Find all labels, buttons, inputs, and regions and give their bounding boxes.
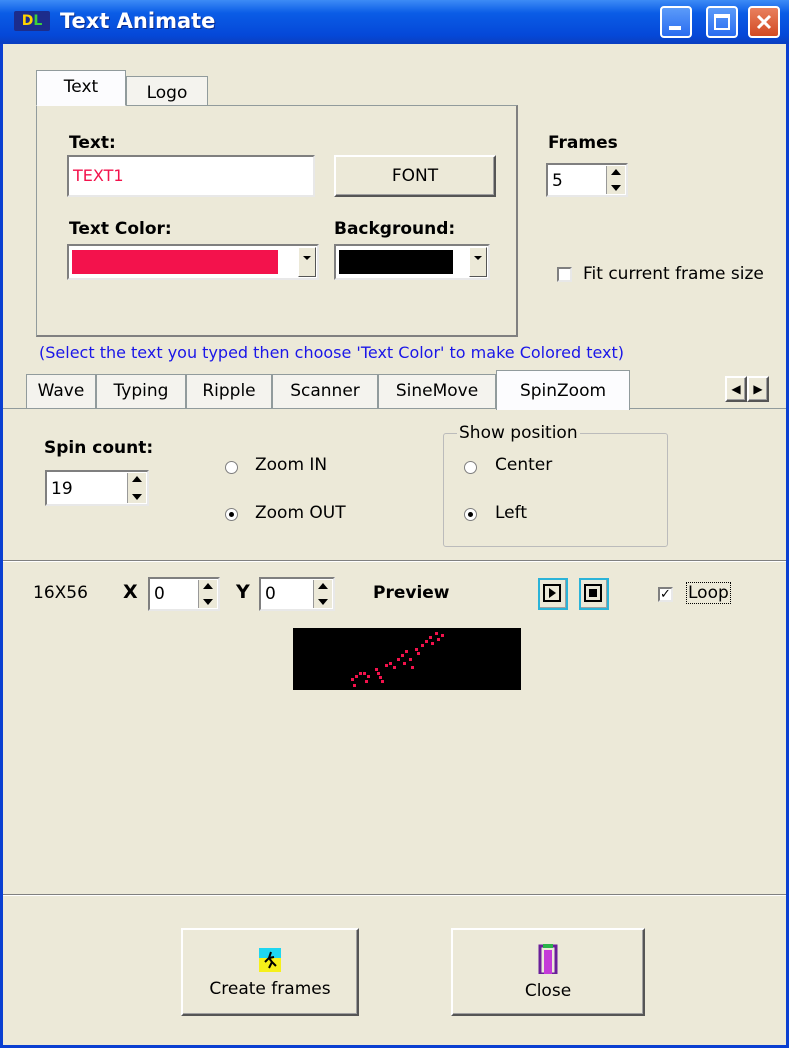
zoom-in-radio[interactable] [225,461,238,474]
show-position-label: Show position [457,423,580,443]
text-label: Text: [69,133,116,153]
window-title: Text Animate [60,9,216,33]
text-color-dropdown[interactable] [67,244,319,280]
spinner-arrows-icon[interactable] [606,166,625,194]
tab-ripple[interactable]: Ripple [186,374,272,408]
background-color-swatch [339,250,453,274]
fit-frame-label: Fit current frame size [583,264,764,284]
chevron-down-icon[interactable] [469,247,487,277]
tab-scroll-right-button[interactable]: ▶ [747,376,769,402]
spin-count-value: 19 [51,479,73,499]
minimize-icon [669,26,681,30]
font-button[interactable]: FONT [334,155,496,197]
text-input-value: TEXT1 [73,166,124,185]
spinner-arrows-icon[interactable] [313,580,332,608]
x-offset-value: 0 [154,584,165,604]
y-offset-spinner[interactable]: 0 [259,577,335,611]
background-label: Background: [334,219,456,239]
arrow-right-icon: ▶ [753,382,763,396]
center-label: Center [495,455,553,475]
left-radio[interactable] [464,508,477,521]
arrow-left-icon: ◀ [731,382,741,396]
text-animate-window: DL Text Animate Text Logo Text: TEXT1 FO… [0,0,789,1048]
maximize-button[interactable] [706,6,738,38]
title-bar[interactable]: DL Text Animate [0,0,789,44]
y-label: Y [236,581,250,603]
tab-scroll-left-button[interactable]: ◀ [725,376,747,402]
divider [3,560,786,562]
app-logo-icon: DL [14,11,50,31]
tab-spinzoom[interactable]: SpinZoom [496,370,630,410]
close-window-button[interactable] [748,6,780,38]
spinner-arrows-icon[interactable] [198,580,217,608]
zoom-out-radio[interactable] [225,508,238,521]
show-position-group [443,433,668,547]
frames-label: Frames [548,133,618,153]
divider [3,894,786,896]
tab-wave[interactable]: Wave [26,374,96,408]
checkmark-icon: ✓ [660,587,671,602]
stop-icon [584,584,602,602]
tab-sinemove[interactable]: SineMove [378,374,496,408]
center-radio[interactable] [464,461,477,474]
create-frames-label: Create frames [209,979,331,999]
play-icon [543,584,561,602]
preview-label: Preview [373,583,450,603]
x-offset-spinner[interactable]: 0 [148,577,220,611]
door-icon [538,944,558,974]
x-label: X [123,581,138,603]
close-icon [756,14,772,30]
preview-pixels [351,632,444,687]
close-button[interactable]: Close [451,928,645,1016]
text-input[interactable]: TEXT1 [67,155,315,197]
loop-checkbox[interactable]: ✓ [658,587,673,602]
spin-count-label: Spin count: [44,438,154,458]
tab-logo[interactable]: Logo [126,76,208,106]
spinner-arrows-icon[interactable] [127,473,146,503]
frame-size-label: 16X56 [33,583,88,603]
zoom-in-label: Zoom IN [255,455,328,475]
background-color-dropdown[interactable] [334,244,490,280]
frames-spinner[interactable]: 5 [546,163,628,197]
hint-text: (Select the text you typed then choose '… [39,343,625,362]
tab-typing[interactable]: Typing [96,374,186,408]
maximize-icon [714,14,730,30]
zoom-out-label: Zoom OUT [255,503,346,523]
preview-display [293,628,521,690]
text-color-label: Text Color: [69,219,172,239]
y-offset-value: 0 [265,584,276,604]
play-button[interactable] [538,578,568,610]
fit-frame-checkbox[interactable] [557,267,572,282]
stop-button[interactable] [579,578,609,610]
tab-text[interactable]: Text [36,70,126,106]
tab-panel-border [3,408,786,409]
close-label: Close [524,981,572,1001]
running-man-icon [259,948,281,972]
spin-count-spinner[interactable]: 19 [45,470,149,506]
frames-value: 5 [552,171,563,191]
text-color-swatch [72,250,278,274]
minimize-button[interactable] [660,6,692,38]
left-label: Left [495,503,527,523]
loop-label: Loop [686,582,731,604]
create-frames-button[interactable]: Create frames [181,928,359,1016]
tab-scanner[interactable]: Scanner [272,374,378,408]
chevron-down-icon[interactable] [298,247,316,277]
